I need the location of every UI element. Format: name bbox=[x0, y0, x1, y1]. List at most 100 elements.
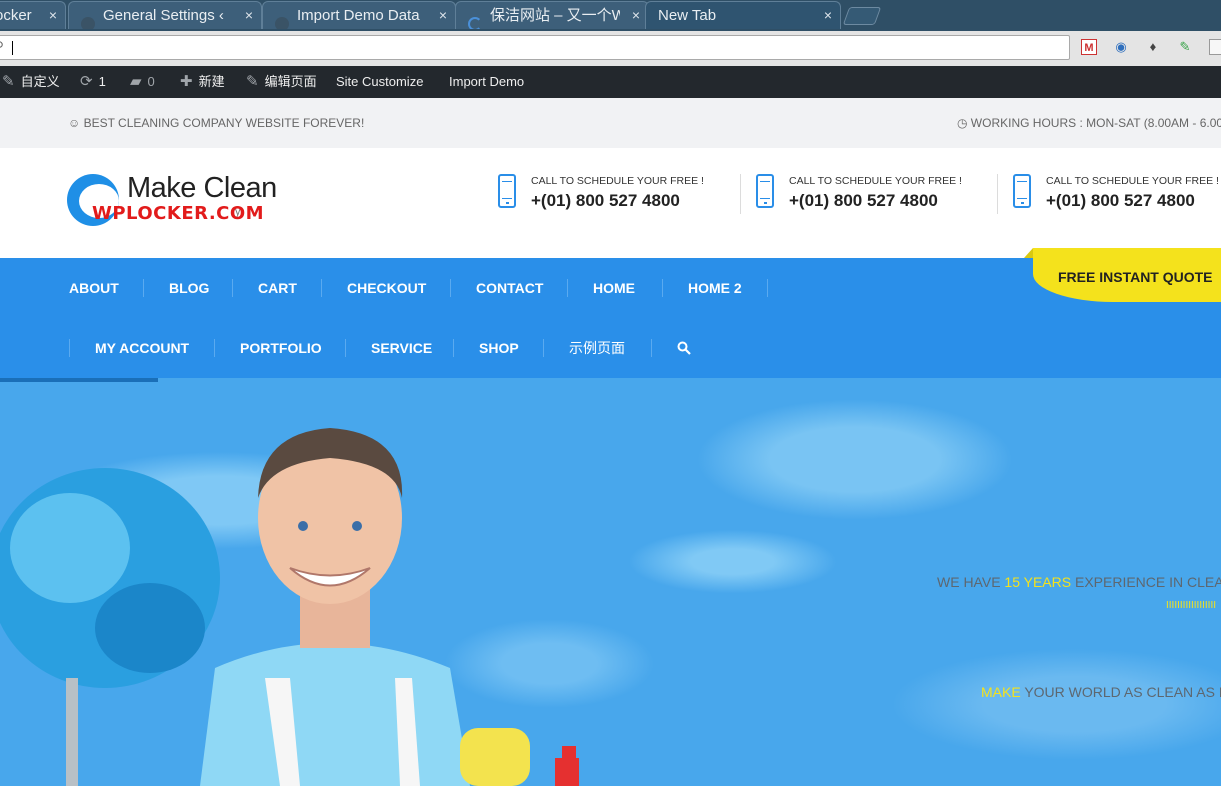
nav-item-service[interactable]: SERVICE bbox=[371, 318, 432, 378]
nav-separator bbox=[214, 339, 215, 357]
contact-number: +(01) 800 527 4800 bbox=[1046, 191, 1195, 210]
comment-icon: ▰ bbox=[130, 73, 142, 90]
plus-icon: ✚ bbox=[180, 73, 193, 90]
tagline-text: ☺ BEST CLEANING COMPANY WEBSITE FOREVER! bbox=[68, 116, 365, 130]
browser-tab[interactable]: Import Demo Data × bbox=[262, 1, 456, 29]
tab-title: General Settings ‹ bbox=[103, 7, 224, 24]
hero-headline-pre: WE HAVE bbox=[937, 574, 1005, 590]
slider-progress-bar bbox=[0, 378, 158, 382]
close-icon[interactable]: × bbox=[49, 2, 57, 29]
nav-separator bbox=[767, 279, 768, 297]
free-quote-button[interactable]: FREE INSTANT QUOTE bbox=[1024, 248, 1221, 302]
nav-separator bbox=[69, 339, 70, 357]
site-customize-link[interactable]: Site Customize bbox=[336, 66, 423, 98]
nav-item-checkout[interactable]: CHECKOUT bbox=[347, 258, 426, 318]
free-quote-label: FREE INSTANT QUOTE bbox=[1058, 269, 1213, 285]
nav-separator bbox=[143, 279, 144, 297]
browser-tab[interactable]: ocker × bbox=[0, 1, 66, 29]
tab-title: New Tab bbox=[658, 7, 717, 24]
nav-separator bbox=[345, 339, 346, 357]
globe-icon[interactable]: ◉ bbox=[1113, 39, 1129, 55]
hero-headline: WE HAVE 15 YEARS EXPERIENCE IN CLEANING bbox=[937, 574, 1221, 590]
nav-item-contact[interactable]: CONTACT bbox=[476, 258, 543, 318]
search-glyph bbox=[677, 341, 691, 355]
nav-item-home-2[interactable]: HOME 2 bbox=[688, 258, 742, 318]
tab-title: ocker bbox=[0, 7, 32, 24]
browser-tab-strip: ocker × General Settings ‹ × Import Demo… bbox=[0, 0, 1221, 31]
nav-separator bbox=[232, 279, 233, 297]
nav-item-cart[interactable]: CART bbox=[258, 258, 297, 318]
updates-count: 1 bbox=[98, 74, 106, 89]
nav-separator bbox=[651, 339, 652, 357]
nav-separator bbox=[450, 279, 451, 297]
site-header: Make Clean y WPLOCKER.COM CALL TO SCHEDU… bbox=[0, 148, 1221, 258]
site-top-bar: ☺ BEST CLEANING COMPANY WEBSITE FOREVER!… bbox=[0, 98, 1221, 148]
wp-admin-bar: ✎ 自定义 ⟳ 1 ▰ 0 ✚ 新建 ✎ 编辑页面 Site Customize Impo… bbox=[0, 66, 1221, 98]
favicon-icon bbox=[81, 17, 95, 29]
mobile-phone-icon bbox=[498, 174, 516, 208]
nav-item-blog[interactable]: BLOG bbox=[169, 258, 209, 318]
nav-separator bbox=[321, 279, 322, 297]
favicon-icon bbox=[275, 17, 289, 29]
browser-tab[interactable]: 保洁网站 – 又一个W × bbox=[455, 1, 649, 29]
hero-headline-highlight: 15 YEARS bbox=[1004, 574, 1072, 590]
contact-label: CALL TO SCHEDULE YOUR FREE ! bbox=[789, 175, 962, 187]
search-icon: ⚲ bbox=[0, 39, 4, 53]
logo-brand-text: Make Clean bbox=[127, 172, 277, 204]
leaf-icon[interactable]: ✎ bbox=[1177, 39, 1193, 55]
divider bbox=[740, 174, 741, 214]
browser-toolbar: ⚲ M ◉ ♦ ✎ bbox=[0, 31, 1221, 67]
comments-count: 0 bbox=[147, 74, 155, 89]
hero-subheadline-highlight: MAKE bbox=[981, 684, 1021, 700]
loading-spinner-icon bbox=[468, 17, 482, 29]
mop-image bbox=[0, 468, 220, 786]
nav-separator bbox=[662, 279, 663, 297]
contact-label: CALL TO SCHEDULE YOUR FREE ! bbox=[1046, 175, 1219, 187]
nav-separator bbox=[453, 339, 454, 357]
new-label: 新建 bbox=[198, 74, 225, 89]
updates-link[interactable]: ⟳ 1 bbox=[80, 66, 106, 98]
contact-label: CALL TO SCHEDULE YOUR FREE ! bbox=[531, 175, 704, 187]
edit-page-link[interactable]: ✎ 编辑页面 bbox=[246, 66, 317, 98]
pencil-icon: ✎ bbox=[246, 73, 259, 90]
close-icon[interactable]: × bbox=[245, 2, 253, 29]
drop-icon[interactable]: ♦ bbox=[1145, 39, 1161, 55]
hero-subheadline: MAKE YOUR WORLD AS CLEAN AS MIRROR bbox=[981, 684, 1221, 700]
watermark-text: WPLOCKER.COM bbox=[92, 203, 265, 224]
hero-headline-post: EXPERIENCE IN CLEANING bbox=[1074, 574, 1221, 590]
edit-page-label: 编辑页面 bbox=[264, 74, 317, 89]
nav-item-shop[interactable]: SHOP bbox=[479, 318, 519, 378]
document-icon[interactable] bbox=[1209, 39, 1221, 55]
browser-tab-active[interactable]: New Tab × bbox=[645, 1, 841, 29]
browser-tab[interactable]: General Settings ‹ × bbox=[68, 1, 262, 29]
customize-link[interactable]: ✎ 自定义 bbox=[2, 66, 60, 98]
nav-item-sample-page[interactable]: 示例页面 bbox=[569, 318, 625, 378]
close-icon[interactable]: × bbox=[439, 2, 447, 29]
site-logo[interactable]: Make Clean y WPLOCKER.COM bbox=[67, 172, 287, 228]
hero-slider: WE HAVE 15 YEARS EXPERIENCE IN CLEANING … bbox=[0, 378, 1221, 786]
gmail-icon[interactable]: M bbox=[1081, 39, 1097, 55]
contact-number: +(01) 800 527 4800 bbox=[789, 191, 938, 210]
contact-number: +(01) 800 527 4800 bbox=[531, 191, 680, 210]
refresh-icon: ⟳ bbox=[80, 73, 93, 90]
nav-separator bbox=[543, 339, 544, 357]
mobile-phone-icon bbox=[756, 174, 774, 208]
nav-item-my-account[interactable]: MY ACCOUNT bbox=[95, 318, 189, 378]
address-bar[interactable]: ⚲ bbox=[0, 35, 1070, 60]
brush-icon: ✎ bbox=[2, 73, 15, 90]
nav-item-home[interactable]: HOME bbox=[593, 258, 635, 318]
search-icon[interactable] bbox=[677, 318, 691, 378]
hero-subheadline-post: YOUR WORLD AS CLEAN AS MIRROR bbox=[1024, 684, 1221, 700]
comments-link[interactable]: ▰ 0 bbox=[130, 66, 155, 98]
new-content-link[interactable]: ✚ 新建 bbox=[180, 66, 225, 98]
close-icon[interactable]: × bbox=[824, 2, 832, 29]
hero-divider-dots: IIIIIIIIIIIIIIIIII bbox=[1166, 600, 1217, 611]
close-icon[interactable]: × bbox=[632, 2, 640, 29]
nav-item-portfolio[interactable]: PORTFOLIO bbox=[240, 318, 322, 378]
new-tab-button[interactable] bbox=[842, 7, 882, 25]
import-demo-link[interactable]: Import Demo bbox=[449, 66, 524, 98]
nav-item-about[interactable]: ABOUT bbox=[69, 258, 119, 318]
tab-title: 保洁网站 – 又一个W bbox=[490, 7, 620, 24]
working-hours-text: ◷ WORKING HOURS : MON-SAT (8.00AM - 6.00… bbox=[957, 116, 1221, 130]
nav-separator bbox=[567, 279, 568, 297]
